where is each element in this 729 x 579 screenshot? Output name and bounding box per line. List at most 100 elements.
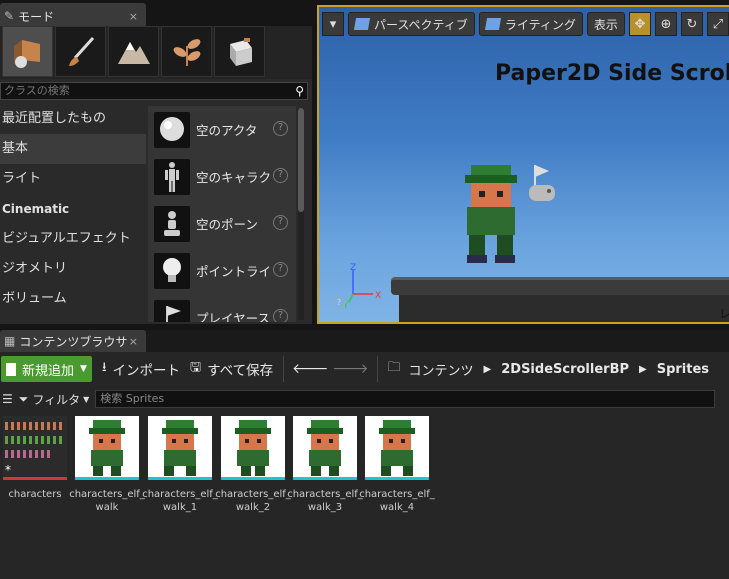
help-icon[interactable]: ? [273,262,288,277]
asset-tile[interactable]: characters_elf_walk_3 [287,416,363,514]
save-all-label: すべて保存 [207,363,274,379]
asset-name: characters_elf_walk_3 [287,489,363,513]
viewport-toolbar: ▾ パースペクティブ ライティング 表示 ✥ ⊕ ↻ ⤢ [319,7,729,41]
items-scrollbar[interactable] [298,108,304,320]
chevron-right-icon: ▶ [639,363,647,375]
perspective-button[interactable]: パースペクティブ [348,12,475,36]
close-icon[interactable]: × [129,10,138,23]
rotate-icon: ⊕ [660,16,672,32]
save-all-button[interactable]: 🖫 すべて保存 [190,356,273,382]
item-empty-actor[interactable]: 空のアクタ ? [148,106,296,153]
content-browser-tab-title: コンテンツブラウサ [19,334,128,349]
filter-button[interactable]: ⏷ フィルタ ▼ [19,391,90,408]
help-icon[interactable]: ? [273,121,288,136]
content-browser-tab[interactable]: ▦ コンテンツブラウサ × [0,330,146,352]
rotate-tool-button[interactable]: ⊕ [654,12,677,36]
level-viewport[interactable]: ▾ パースペクティブ ライティング 表示 ✥ ⊕ ↻ ⤢ Paper2D Sid… [317,5,729,324]
foliage-mode-button[interactable] [161,26,212,77]
sprite-search-input[interactable]: 検索 Sprites [95,390,716,408]
back-button[interactable]: 🡐 [292,356,328,382]
help-icon[interactable]: ? [333,297,345,309]
scale-tool-button[interactable]: ↻ [680,12,703,36]
axis-z-label: Z [350,263,356,273]
help-icon[interactable]: ? [273,309,288,322]
cube-icon [353,18,371,30]
axis-x-label: X [375,291,381,301]
import-button[interactable]: ⭳ インポート [102,356,180,382]
content-browser-panel: 新規追加 ▼ ⭳ インポート 🖫 すべて保存 🡐 🡒 🗀 コンテンツ ▶ 2DS… [0,352,729,579]
category-cinematic[interactable]: Cinematic [0,194,146,224]
breadcrumb-2dsidescrollerbp[interactable]: 2DSideScrollerBP [501,362,629,377]
platform-base [399,295,729,322]
folder-icon: 🗀 [387,360,401,375]
import-label: インポート [112,363,181,379]
item-label: 空のポーン [196,217,258,232]
content-browser-toolbar: 新規追加 ▼ ⭳ インポート 🖫 すべて保存 🡐 🡒 🗀 コンテンツ ▶ 2DS… [0,352,729,386]
asset-tile[interactable]: characters_elf_walk_1 [142,416,218,514]
viewport-options-button[interactable]: ▾ [322,12,344,36]
item-empty-character[interactable]: 空のキャラク ? [148,153,296,200]
maximize-button[interactable]: ⤢ [706,12,729,36]
asset-tile[interactable]: characters_elf_walk [69,416,145,514]
pawn-icon [154,205,190,242]
add-new-label: 新規追加 [22,363,75,379]
geometry-mode-button[interactable] [214,26,265,77]
funnel-icon: ⏷ [18,391,29,406]
show-button[interactable]: 表示 [586,12,625,36]
place-mode-icon [13,39,40,68]
platform [391,277,729,295]
asset-name: characters_elf_walk [69,489,145,513]
modes-tab-title: モード [18,9,55,24]
breadcrumb-content[interactable]: コンテンツ [409,360,474,379]
axis-gizmo: Z X Y [343,263,381,311]
place-mode-button[interactable] [2,26,53,77]
category-volumes[interactable]: ボリューム [0,284,146,314]
mode-toolbar [0,26,312,79]
help-icon[interactable]: ? [273,215,288,230]
download-icon: ⭳ [101,360,107,375]
asset-tile[interactable]: * characters [0,416,70,501]
category-recent[interactable]: 最近配置したもの [0,104,146,134]
player-character-sprite[interactable] [445,157,575,272]
translate-tool-button[interactable]: ✥ [628,12,651,36]
asterisk-icon: * [5,463,11,477]
grid-icon: ▦ [4,334,16,348]
item-player-start[interactable]: プレイヤース ? [148,294,296,322]
item-empty-pawn[interactable]: 空のポーン ? [148,200,296,247]
lit-sphere-icon [484,18,501,30]
class-search-input[interactable]: クラスの検索 ⚲ [0,82,308,100]
add-new-button[interactable]: 新規追加 ▼ [1,356,92,382]
perspective-label: パースペクティブ [374,17,468,32]
forward-button[interactable]: 🡒 [332,356,368,382]
asset-tile[interactable]: characters_elf_walk_2 [215,416,291,514]
landscape-mode-button[interactable] [108,26,159,77]
category-basic[interactable]: 基本 [0,134,146,164]
category-geometry[interactable]: ジオメトリ [0,254,146,284]
breadcrumb: 🗀 コンテンツ ▶ 2DSideScrollerBP ▶ Sprites [388,358,710,380]
placeable-items: 空のアクタ ? 空のキャラク ? 空のポーン ? ポイントライ ? プレイヤース… [148,106,296,322]
sources-panel-icon[interactable]: ☰ [2,392,13,406]
new-document-icon [6,362,16,376]
close-icon[interactable]: × [129,335,138,348]
category-lights[interactable]: ライト [0,164,146,194]
chevron-down-icon: ▾ [329,16,337,32]
item-point-light[interactable]: ポイントライ ? [148,247,296,294]
sprite-thumbnail [293,416,357,480]
item-label: 空のキャラク [196,170,270,185]
asset-tile[interactable]: characters_elf_walk_4 [359,416,435,514]
category-visual-effects[interactable]: ビジュアルエフェクト [0,224,146,254]
move-icon: ✥ [634,16,646,32]
scrollbar-thumb[interactable] [298,108,304,212]
paint-mode-button[interactable] [55,26,106,77]
asset-grid: * characters characters_elf_walk charact… [0,416,729,526]
item-label: ポイントライ [196,264,270,279]
texture-thumbnail: * [3,416,67,480]
lighting-button[interactable]: ライティング [478,12,583,36]
help-icon[interactable]: ? [273,168,288,183]
chevron-down-icon: ▼ [80,364,87,374]
filter-label: フィルタ [32,392,81,407]
search-icon[interactable]: ⚲ [295,83,304,99]
refresh-icon: ↻ [686,16,698,32]
save-icon: 🖫 [190,360,202,375]
breadcrumb-sprites[interactable]: Sprites [657,362,709,377]
